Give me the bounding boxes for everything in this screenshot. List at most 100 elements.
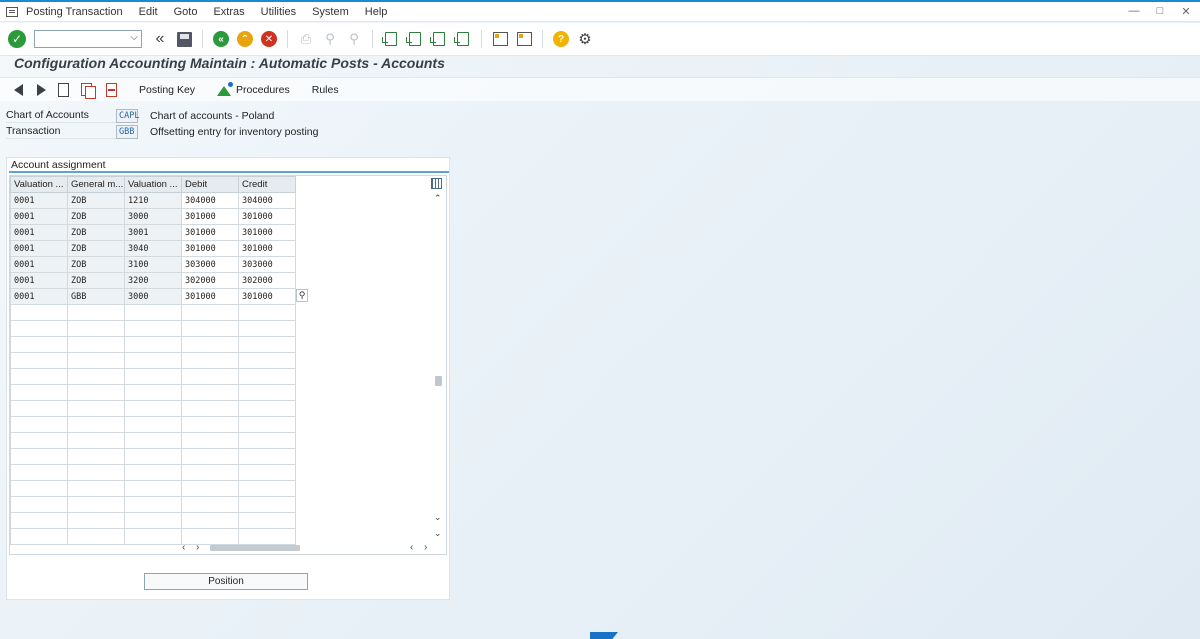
empty-cell[interactable] — [10, 336, 68, 353]
column-header-debit[interactable]: Debit — [181, 176, 239, 193]
empty-cell[interactable] — [238, 464, 296, 481]
empty-cell[interactable] — [10, 304, 68, 321]
empty-cell[interactable] — [181, 384, 239, 401]
empty-table-row[interactable] — [10, 320, 296, 337]
copy-entry-icon[interactable] — [81, 82, 96, 99]
empty-cell[interactable] — [67, 480, 125, 497]
close-icon[interactable]: ✕ — [1180, 5, 1192, 18]
empty-table-row[interactable] — [10, 448, 296, 465]
column-header-credit[interactable]: Credit — [238, 176, 296, 193]
column-settings-icon[interactable] — [431, 178, 442, 189]
empty-cell[interactable] — [10, 320, 68, 337]
cell-debit[interactable]: 301000 — [181, 240, 239, 257]
back-double-icon[interactable]: « — [150, 29, 170, 49]
scroll-down-icon[interactable]: ⌄ — [434, 512, 442, 523]
scroll-right-icon[interactable]: › — [196, 542, 199, 553]
empty-table-row[interactable] — [10, 352, 296, 369]
empty-cell[interactable] — [10, 528, 68, 545]
table-row[interactable]: 0001 ZOB 3040 301000 301000 — [10, 240, 296, 257]
empty-cell[interactable] — [181, 336, 239, 353]
menu-help[interactable]: Help — [365, 6, 388, 18]
menu-edit[interactable]: Edit — [139, 6, 158, 18]
empty-cell[interactable] — [238, 480, 296, 497]
cell-debit[interactable]: 303000 — [181, 256, 239, 273]
cell-debit[interactable]: 301000 — [181, 224, 239, 241]
column-header-general-modification[interactable]: General m... — [67, 176, 125, 193]
previous-page-icon[interactable] — [405, 29, 425, 49]
empty-table-row[interactable] — [10, 400, 296, 417]
next-page-icon[interactable] — [429, 29, 449, 49]
column-header-valuation-grouping[interactable]: Valuation ... — [10, 176, 68, 193]
empty-cell[interactable] — [238, 336, 296, 353]
horizontal-scroll-thumb[interactable] — [210, 545, 300, 551]
empty-cell[interactable] — [124, 320, 182, 337]
empty-table-row[interactable] — [10, 368, 296, 385]
empty-cell[interactable] — [10, 448, 68, 465]
empty-cell[interactable] — [67, 528, 125, 545]
empty-cell[interactable] — [124, 336, 182, 353]
empty-table-row[interactable] — [10, 480, 296, 497]
maximize-icon[interactable]: □ — [1154, 5, 1166, 18]
scroll-right-icon[interactable]: › — [424, 542, 427, 553]
empty-table-row[interactable] — [10, 384, 296, 401]
menu-posting-transaction[interactable]: Posting Transaction — [26, 6, 123, 18]
empty-cell[interactable] — [67, 304, 125, 321]
empty-cell[interactable] — [238, 496, 296, 513]
table-row[interactable]: 0001 ZOB 1210 304000 304000 — [10, 192, 296, 209]
empty-cell[interactable] — [67, 512, 125, 529]
cell-credit[interactable]: 301000 — [238, 240, 296, 257]
empty-cell[interactable] — [238, 448, 296, 465]
empty-cell[interactable] — [181, 480, 239, 497]
empty-cell[interactable] — [10, 480, 68, 497]
last-page-icon[interactable] — [453, 29, 473, 49]
delete-entry-icon[interactable] — [106, 82, 117, 97]
empty-cell[interactable] — [181, 432, 239, 449]
next-entry-icon[interactable] — [37, 83, 46, 96]
empty-cell[interactable] — [124, 416, 182, 433]
empty-cell[interactable] — [10, 416, 68, 433]
empty-table-row[interactable] — [10, 464, 296, 481]
minimize-icon[interactable]: — — [1128, 5, 1140, 18]
empty-cell[interactable] — [10, 464, 68, 481]
empty-cell[interactable] — [67, 400, 125, 417]
empty-cell[interactable] — [181, 368, 239, 385]
scroll-down-icon[interactable]: ⌄ — [434, 528, 442, 539]
empty-cell[interactable] — [238, 352, 296, 369]
empty-cell[interactable] — [181, 496, 239, 513]
empty-cell[interactable] — [124, 448, 182, 465]
empty-cell[interactable] — [124, 368, 182, 385]
exit-icon[interactable]: ⌃ — [235, 29, 255, 49]
empty-table-row[interactable] — [10, 512, 296, 529]
empty-cell[interactable] — [238, 384, 296, 401]
sap-menu-icon[interactable] — [6, 6, 18, 17]
empty-cell[interactable] — [67, 448, 125, 465]
empty-cell[interactable] — [238, 416, 296, 433]
first-page-icon[interactable] — [381, 29, 401, 49]
scroll-left-icon[interactable]: ‹ — [182, 542, 185, 553]
cell-debit[interactable]: 302000 — [181, 272, 239, 289]
empty-cell[interactable] — [238, 304, 296, 321]
empty-cell[interactable] — [10, 512, 68, 529]
empty-cell[interactable] — [238, 320, 296, 337]
empty-cell[interactable] — [124, 512, 182, 529]
empty-table-row[interactable] — [10, 336, 296, 353]
position-button[interactable]: Position — [144, 573, 308, 590]
vertical-scroll-thumb[interactable] — [435, 376, 442, 386]
menu-utilities[interactable]: Utilities — [261, 6, 296, 18]
horizontal-scrollbar[interactable]: ‹ › ‹ › — [182, 542, 446, 554]
table-row[interactable]: 0001 ZOB 3200 302000 302000 — [10, 272, 296, 289]
cell-credit[interactable]: 301000 — [238, 208, 296, 225]
rules-button[interactable]: Rules — [312, 84, 339, 96]
procedures-button[interactable]: Procedures — [217, 81, 290, 96]
table-row[interactable]: 0001 GBB 3000 301000 301000 — [10, 288, 296, 305]
cell-credit[interactable]: 304000 — [238, 192, 296, 209]
vertical-scrollbar[interactable]: ⌃ ⌄ ⌄ — [432, 192, 446, 540]
empty-cell[interactable] — [67, 384, 125, 401]
table-row[interactable]: 0001 ZOB 3001 301000 301000 — [10, 224, 296, 241]
empty-cell[interactable] — [67, 416, 125, 433]
empty-table-row[interactable] — [10, 496, 296, 513]
empty-cell[interactable] — [124, 304, 182, 321]
empty-cell[interactable] — [10, 496, 68, 513]
empty-cell[interactable] — [124, 496, 182, 513]
save-icon[interactable] — [174, 29, 194, 49]
